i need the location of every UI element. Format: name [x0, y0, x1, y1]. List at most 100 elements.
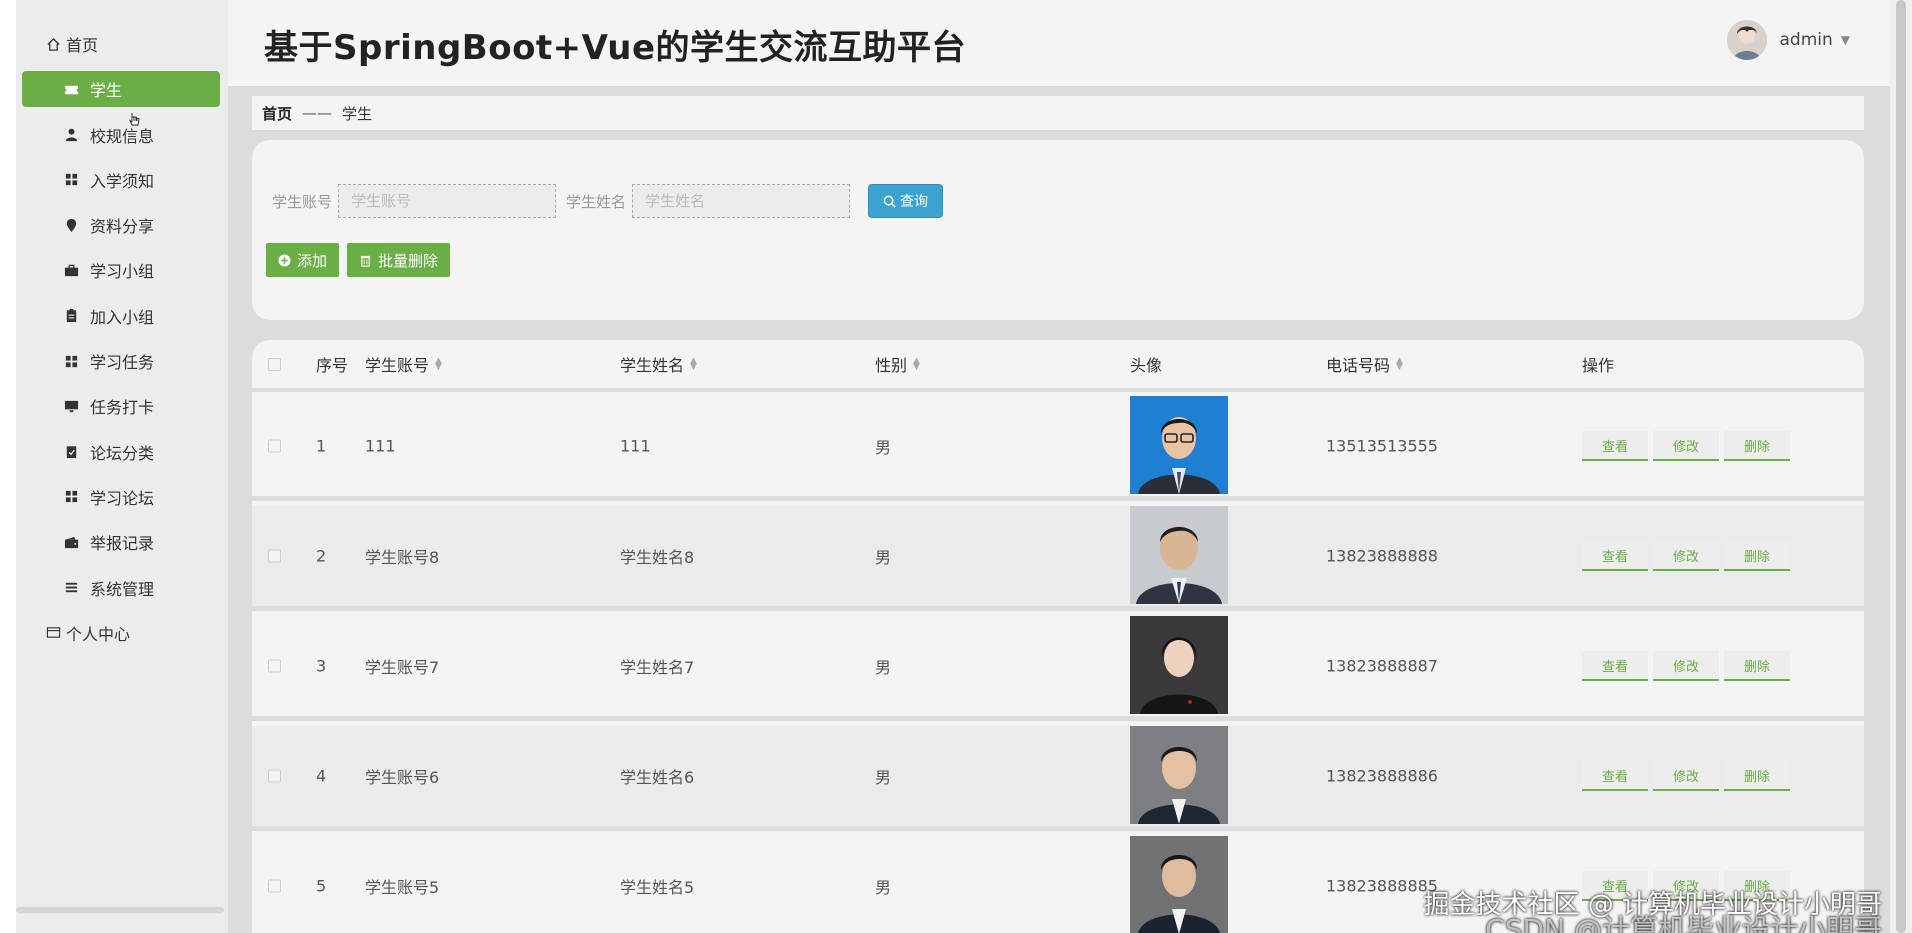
cell-name: 学生姓名7: [620, 658, 695, 677]
add-button[interactable]: 添加: [266, 243, 340, 277]
query-button-label: 查询: [900, 194, 929, 210]
student-avatar-photo: [1130, 506, 1228, 604]
row-checkbox[interactable]: [268, 769, 281, 783]
watermark-line-2: CSDN @计算机毕业设计小明哥: [1485, 913, 1882, 933]
cell-index: 1: [316, 436, 327, 456]
query-button[interactable]: 查询: [868, 184, 944, 218]
sidebar-item-students[interactable]: 学生: [22, 71, 220, 108]
column-header-name[interactable]: 学生姓名 ▲ ▼: [620, 352, 697, 376]
breadcrumb-home[interactable]: 首页: [262, 103, 292, 124]
cell-gender: 男: [875, 438, 892, 457]
sidebar-item-forum-category[interactable]: 论坛分类: [22, 434, 220, 470]
sidebar-item-label: 举报记录: [90, 534, 155, 554]
column-header-phone[interactable]: 电话号码 ▲ ▼: [1326, 352, 1403, 376]
column-label: 学生账号: [365, 356, 430, 375]
row-checkbox[interactable]: [268, 549, 281, 563]
table-row: 4 学生账号6 学生姓名6 男 13823888886 查看 修改 删除: [252, 726, 1864, 831]
column-label: 性别: [875, 356, 908, 375]
row-select-cell: [268, 549, 281, 563]
delete-button[interactable]: 删除: [1724, 761, 1790, 791]
sidebar-item-report-records[interactable]: 举报记录: [22, 524, 220, 560]
add-button-label: 添加: [297, 251, 328, 270]
edit-button[interactable]: 修改: [1653, 651, 1719, 681]
cell-phone: 13823888886: [1326, 766, 1438, 786]
page-scrollbar-thumb[interactable]: [1896, 0, 1906, 933]
home-icon: [44, 35, 62, 53]
view-button[interactable]: 查看: [1582, 761, 1648, 791]
row-checkbox[interactable]: [268, 659, 281, 673]
cell-gender: 男: [875, 658, 892, 677]
sidebar-item-home[interactable]: 首页: [22, 26, 220, 62]
sidebar-item-study-forum[interactable]: 学习论坛: [22, 479, 220, 515]
delete-button[interactable]: 删除: [1724, 651, 1790, 681]
sidebar-item-label: 系统管理: [90, 579, 155, 599]
sidebar-item-school-rules[interactable]: 校规信息: [22, 117, 220, 153]
wallet-icon: [62, 533, 80, 551]
sidebar-item-system-admin[interactable]: 系统管理: [22, 570, 220, 606]
select-all-checkbox[interactable]: [268, 357, 281, 371]
avatar[interactable]: [1727, 20, 1768, 60]
view-button[interactable]: 查看: [1582, 651, 1648, 681]
view-button[interactable]: 查看: [1582, 541, 1648, 571]
account-search-input[interactable]: [338, 184, 557, 218]
row-actions: 查看 修改 删除: [1582, 541, 1795, 571]
name-label: 学生姓名: [566, 192, 627, 211]
name-search-input[interactable]: [632, 184, 851, 218]
batch-delete-button[interactable]: 批量删除: [347, 243, 451, 277]
column-header-account[interactable]: 学生账号 ▲ ▼: [365, 352, 442, 376]
sidebar-item-task-checkin[interactable]: 任务打卡: [22, 388, 220, 424]
row-checkbox[interactable]: [268, 879, 281, 893]
user-menu[interactable]: admin ▼: [1727, 20, 1850, 60]
column-label: 头像: [1130, 356, 1163, 375]
row-select-cell: [268, 879, 281, 893]
monitor-icon: [62, 397, 80, 415]
cell-name: 111: [620, 436, 651, 456]
sidebar: 首页 学生 校规信息 入学须知 资料分享 学习小组 加入小组 学习任务 任务打卡…: [0, 0, 228, 933]
cell-account: 学生账号6: [365, 768, 440, 787]
column-label: 序号: [316, 356, 349, 375]
sidebar-item-enrollment-notice[interactable]: 入学须知: [22, 162, 220, 198]
search-icon: [883, 195, 896, 208]
breadcrumb: 首页 —— 学生: [252, 96, 1864, 130]
student-avatar-photo: [1130, 616, 1228, 714]
sidebar-item-join-group[interactable]: 加入小组: [22, 298, 220, 334]
row-select-cell: [268, 769, 281, 783]
edit-button[interactable]: 修改: [1653, 541, 1719, 571]
sort-icon[interactable]: ▲ ▼: [1396, 357, 1403, 372]
sidebar-scrollbar[interactable]: [16, 907, 224, 913]
sort-icon[interactable]: ▲ ▼: [435, 357, 442, 372]
student-avatar-photo: [1130, 836, 1228, 933]
edit-button[interactable]: 修改: [1653, 761, 1719, 791]
sidebar-item-label: 入学须知: [90, 171, 155, 191]
cell-account: 学生账号7: [365, 658, 440, 677]
pin-icon: [62, 216, 80, 234]
table-row: 2 学生账号8 学生姓名8 男 13823888888 查看 修改 删除: [252, 506, 1864, 611]
view-button[interactable]: 查看: [1582, 431, 1648, 461]
sidebar-item-resource-share[interactable]: 资料分享: [22, 207, 220, 243]
column-label: 学生姓名: [620, 356, 685, 375]
row-actions: 查看 修改 删除: [1582, 651, 1795, 681]
sort-icon[interactable]: ▲ ▼: [913, 357, 920, 372]
row-checkbox[interactable]: [268, 439, 281, 453]
delete-button[interactable]: 删除: [1724, 431, 1790, 461]
sort-icon[interactable]: ▲ ▼: [690, 357, 697, 372]
batch-delete-button-label: 批量删除: [378, 251, 439, 270]
sidebar-item-label: 资料分享: [90, 217, 155, 237]
delete-button[interactable]: 删除: [1724, 541, 1790, 571]
column-header-index: 序号: [316, 352, 348, 376]
page-scrollbar[interactable]: [1890, 0, 1912, 933]
mouse-cursor-icon: [129, 113, 140, 126]
profile-card-icon: [44, 624, 62, 642]
sidebar-item-study-group[interactable]: 学习小组: [22, 252, 220, 288]
sidebar-item-label: 学习小组: [90, 262, 155, 282]
sidebar-item-study-task[interactable]: 学习任务: [22, 343, 220, 379]
sidebar-item-profile[interactable]: 个人中心: [22, 615, 220, 651]
row-select-cell: [268, 659, 281, 673]
cell-gender: 男: [875, 768, 892, 787]
breadcrumb-current: 学生: [342, 104, 373, 123]
grid-icon: [62, 352, 80, 370]
column-header-gender[interactable]: 性别 ▲ ▼: [875, 352, 920, 376]
cell-name: 学生姓名6: [620, 768, 695, 787]
student-table: 序号 学生账号 ▲ ▼ 学生姓名 ▲ ▼ 性别 ▲ ▼ 头像 电话号码 ▲ ▼ 操作 1 111…: [252, 340, 1864, 933]
edit-button[interactable]: 修改: [1653, 431, 1719, 461]
